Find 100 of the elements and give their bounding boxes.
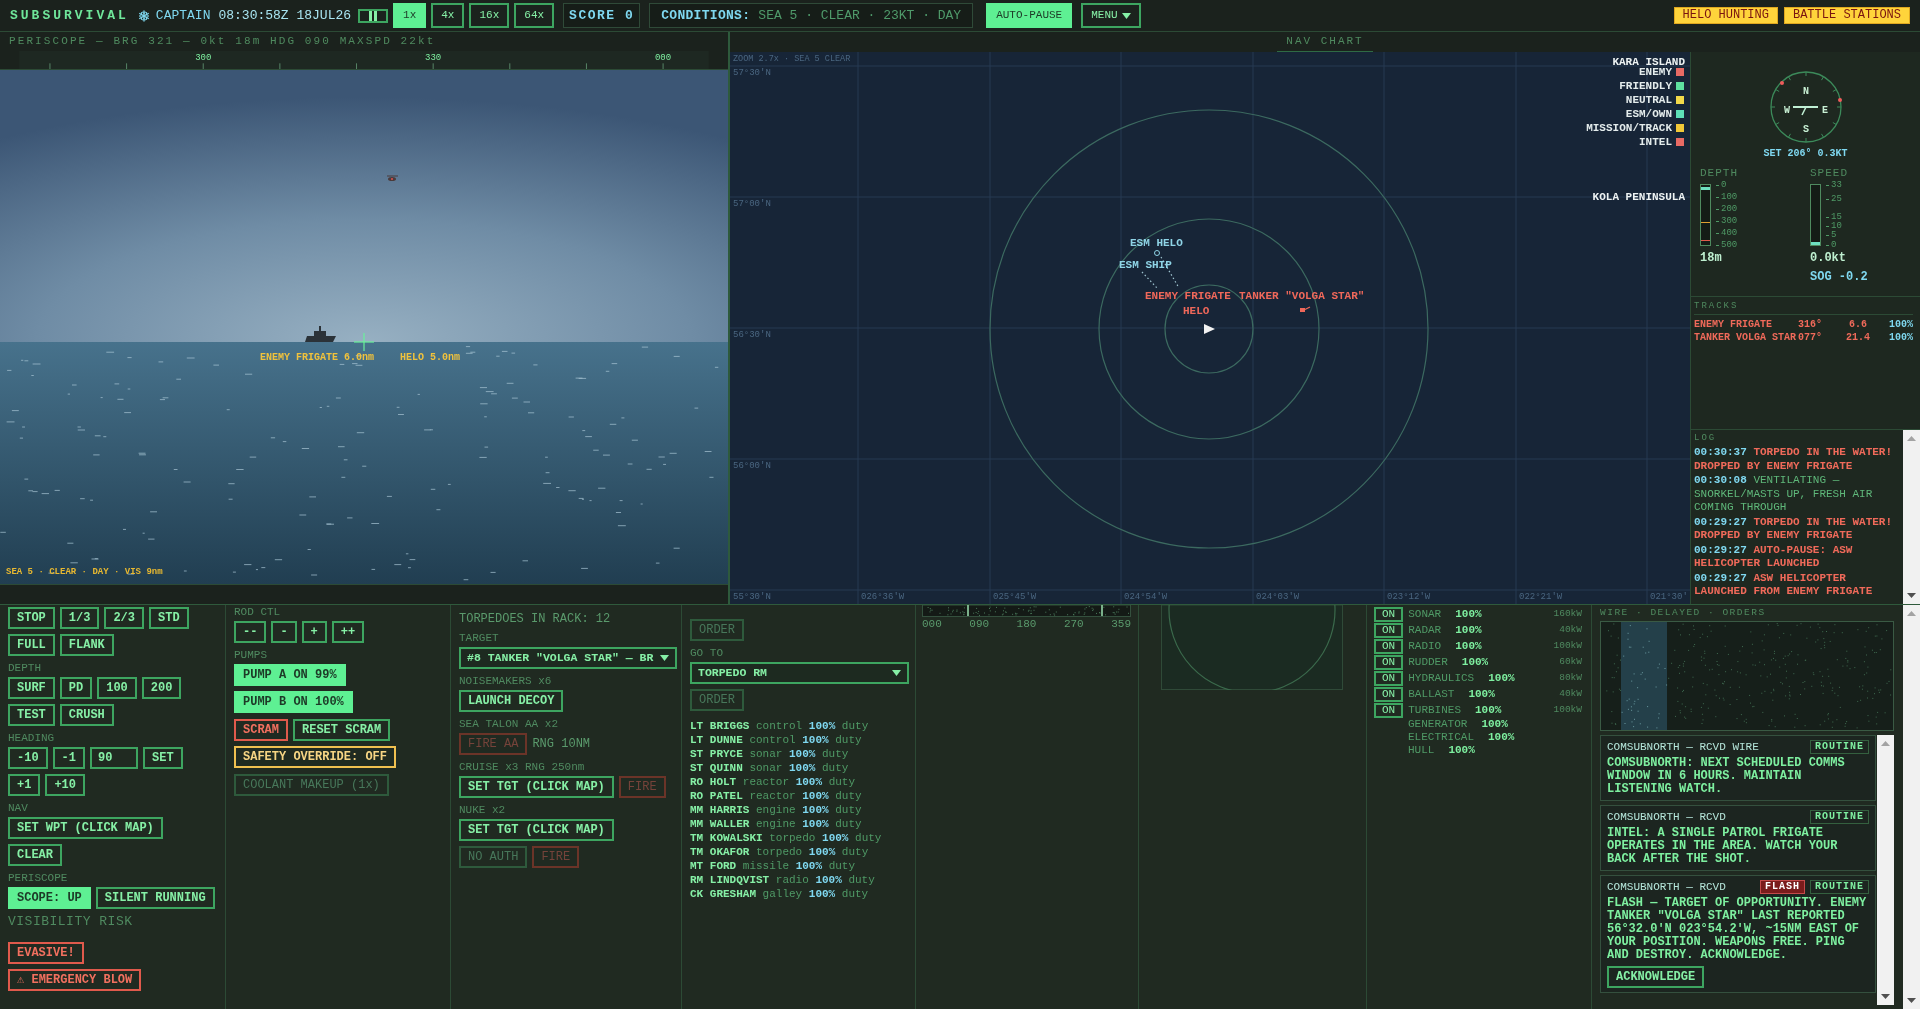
speed-button[interactable]: FULL <box>8 634 55 656</box>
power-switch[interactable]: ON <box>1374 606 1404 622</box>
scroll-up-icon[interactable] <box>1881 741 1890 746</box>
scroll-up-icon[interactable] <box>1907 436 1916 441</box>
power-switch[interactable]: ON <box>1374 702 1404 718</box>
crew-name: RO PATEL <box>690 789 743 803</box>
scroll-down-icon[interactable] <box>1907 593 1916 598</box>
time-scale-button[interactable]: 4x <box>431 3 465 28</box>
crew-readiness: 100% <box>789 747 816 761</box>
nav-button[interactable]: CLEAR <box>8 844 62 866</box>
depth-button[interactable]: PD <box>59 677 93 699</box>
crew-order-dropdown[interactable]: TORPEDO RM <box>690 662 909 684</box>
depth-button[interactable]: 100 <box>97 677 137 699</box>
crew-station: engine <box>756 803 796 817</box>
cruise-missile-button[interactable]: SET TGT (CLICK MAP) <box>459 776 614 798</box>
depth-button[interactable]: SURF <box>8 677 55 699</box>
speed-button[interactable]: FLANK <box>59 634 114 656</box>
bearing-scale-label: 359 <box>1111 618 1131 630</box>
depth-button[interactable]: 200 <box>141 677 182 699</box>
log-entry: 00:29:27 AUTO-PAUSE: ASW HELICOPTER LAUNCHED <box>1694 543 1854 571</box>
heading-button[interactable]: SET <box>143 747 183 769</box>
depth-button[interactable]: CRUSH <box>59 704 114 726</box>
power-switch[interactable]: ON <box>1374 622 1404 638</box>
system-name: HYDRAULICS <box>1408 671 1475 685</box>
crew-station: engine <box>756 817 796 831</box>
speed-button[interactable]: 2/3 <box>104 607 145 629</box>
bearing-scale-label: 270 <box>1063 618 1084 630</box>
periscope-button[interactable]: SILENT RUNNING <box>95 887 215 909</box>
section-label: NOISEMAKERS x6 <box>459 675 553 687</box>
heading-button[interactable]: -10 <box>8 747 48 769</box>
contact-marker-icon <box>1300 306 1311 312</box>
power-load: 100kW <box>1553 704 1582 716</box>
rod-button[interactable]: + <box>301 621 327 643</box>
heading-button[interactable]: +1 <box>8 774 41 796</box>
latitude-label: 55°30'N <box>733 592 771 602</box>
scrollbar[interactable] <box>1903 430 1920 604</box>
scrollbar[interactable] <box>1877 735 1894 1005</box>
crew-name: LT DUNNE <box>690 733 743 747</box>
time-scale-button[interactable]: 16x <box>469 3 510 28</box>
crosshair-icon <box>353 332 375 352</box>
speed-button[interactable]: 1/3 <box>59 607 100 629</box>
caret-icon <box>892 670 901 676</box>
reactor-button[interactable]: SAFETY OVERRIDE: OFF <box>234 746 397 768</box>
legend-label: NEUTRAL <box>1625 95 1672 105</box>
gauge-tick-label: 10 <box>1826 222 1842 232</box>
heading-button[interactable]: +10 <box>45 774 85 796</box>
speed-button[interactable]: STD <box>149 607 189 629</box>
crew-readiness: 100% <box>802 817 829 831</box>
auto-pause-toggle[interactable]: AUTO-PAUSE <box>986 3 1073 28</box>
compass-letter: S <box>1802 123 1809 135</box>
rod-button[interactable]: -- <box>234 621 267 643</box>
pump-button[interactable]: PUMP B ON 100% <box>234 691 353 713</box>
scroll-down-icon[interactable] <box>1881 994 1890 999</box>
power-switch[interactable]: ON <box>1374 654 1404 670</box>
longitude-label: 022°21'W <box>1519 592 1563 602</box>
crew-readiness: 100% <box>815 873 842 887</box>
menu-button[interactable]: MENU <box>1081 3 1141 28</box>
latitude-label: 56°30'N <box>733 330 771 340</box>
nav-chart[interactable] <box>730 52 1690 604</box>
power-switch[interactable]: ON <box>1374 638 1404 654</box>
depth-button[interactable]: TEST <box>8 704 55 726</box>
crew-name: CK GRESHAM <box>690 887 756 901</box>
pump-button[interactable]: PUMP A ON 99% <box>234 664 346 686</box>
crew-station: torpedo <box>756 845 803 859</box>
speed-button[interactable]: STOP <box>8 607 55 629</box>
bearing-dot-icon <box>1837 98 1842 102</box>
power-switch[interactable]: ON <box>1374 686 1404 702</box>
rod-button[interactable]: - <box>271 621 297 643</box>
track-quality: 100% <box>1888 318 1913 331</box>
power-switch[interactable]: ON <box>1374 670 1404 686</box>
scroll-up-icon[interactable] <box>1907 611 1916 616</box>
gauge-tick-label: 0 <box>1716 180 1727 190</box>
heading-input[interactable]: 90 <box>90 747 138 769</box>
scroll-down-icon[interactable] <box>1907 998 1916 1003</box>
crew-status: duty <box>828 859 856 873</box>
pause-button[interactable] <box>358 8 389 23</box>
system-name: TURBINES <box>1408 703 1461 717</box>
emergency-button[interactable]: ⚠ EMERGENCY BLOW <box>8 969 142 991</box>
crew-station: galley <box>762 887 803 901</box>
reactor-button[interactable]: RESET SCRAM <box>293 719 391 741</box>
nav-button[interactable]: SET WPT (CLICK MAP) <box>8 817 163 839</box>
decoy-button[interactable]: LAUNCH DECOY <box>459 690 564 712</box>
power-load: 100kW <box>1553 640 1582 652</box>
reactor-button[interactable]: SCRAM <box>234 719 288 741</box>
nuke-button[interactable]: SET TGT (CLICK MAP) <box>459 819 614 841</box>
periscope-header: PERISCOPE — BRG 321 — 0kt 18m HDG 090 MAXSPD 22kt <box>8 34 437 49</box>
heading-button[interactable]: -1 <box>52 747 85 769</box>
longitude-label: 025°45'W <box>993 592 1037 602</box>
target-dropdown[interactable]: #8 TANKER "VOLGA STAR" — BR <box>459 647 677 669</box>
time-scale-button[interactable]: 1x <box>393 3 427 28</box>
acknowledge-button[interactable]: ACKNOWLEDGE <box>1607 966 1705 988</box>
time-scale-button[interactable]: 64x <box>514 3 555 28</box>
system-health: 100% <box>1468 687 1495 701</box>
system-health: 100% <box>1448 744 1475 757</box>
rod-button[interactable]: ++ <box>331 621 365 643</box>
emergency-button[interactable]: EVASIVE! <box>8 942 84 964</box>
periscope-button[interactable]: SCOPE: UP <box>8 887 91 909</box>
compass-letter: N <box>1802 85 1809 97</box>
scrollbar[interactable] <box>1903 605 1920 1009</box>
longitude-label: 024°03'W <box>1256 592 1300 602</box>
